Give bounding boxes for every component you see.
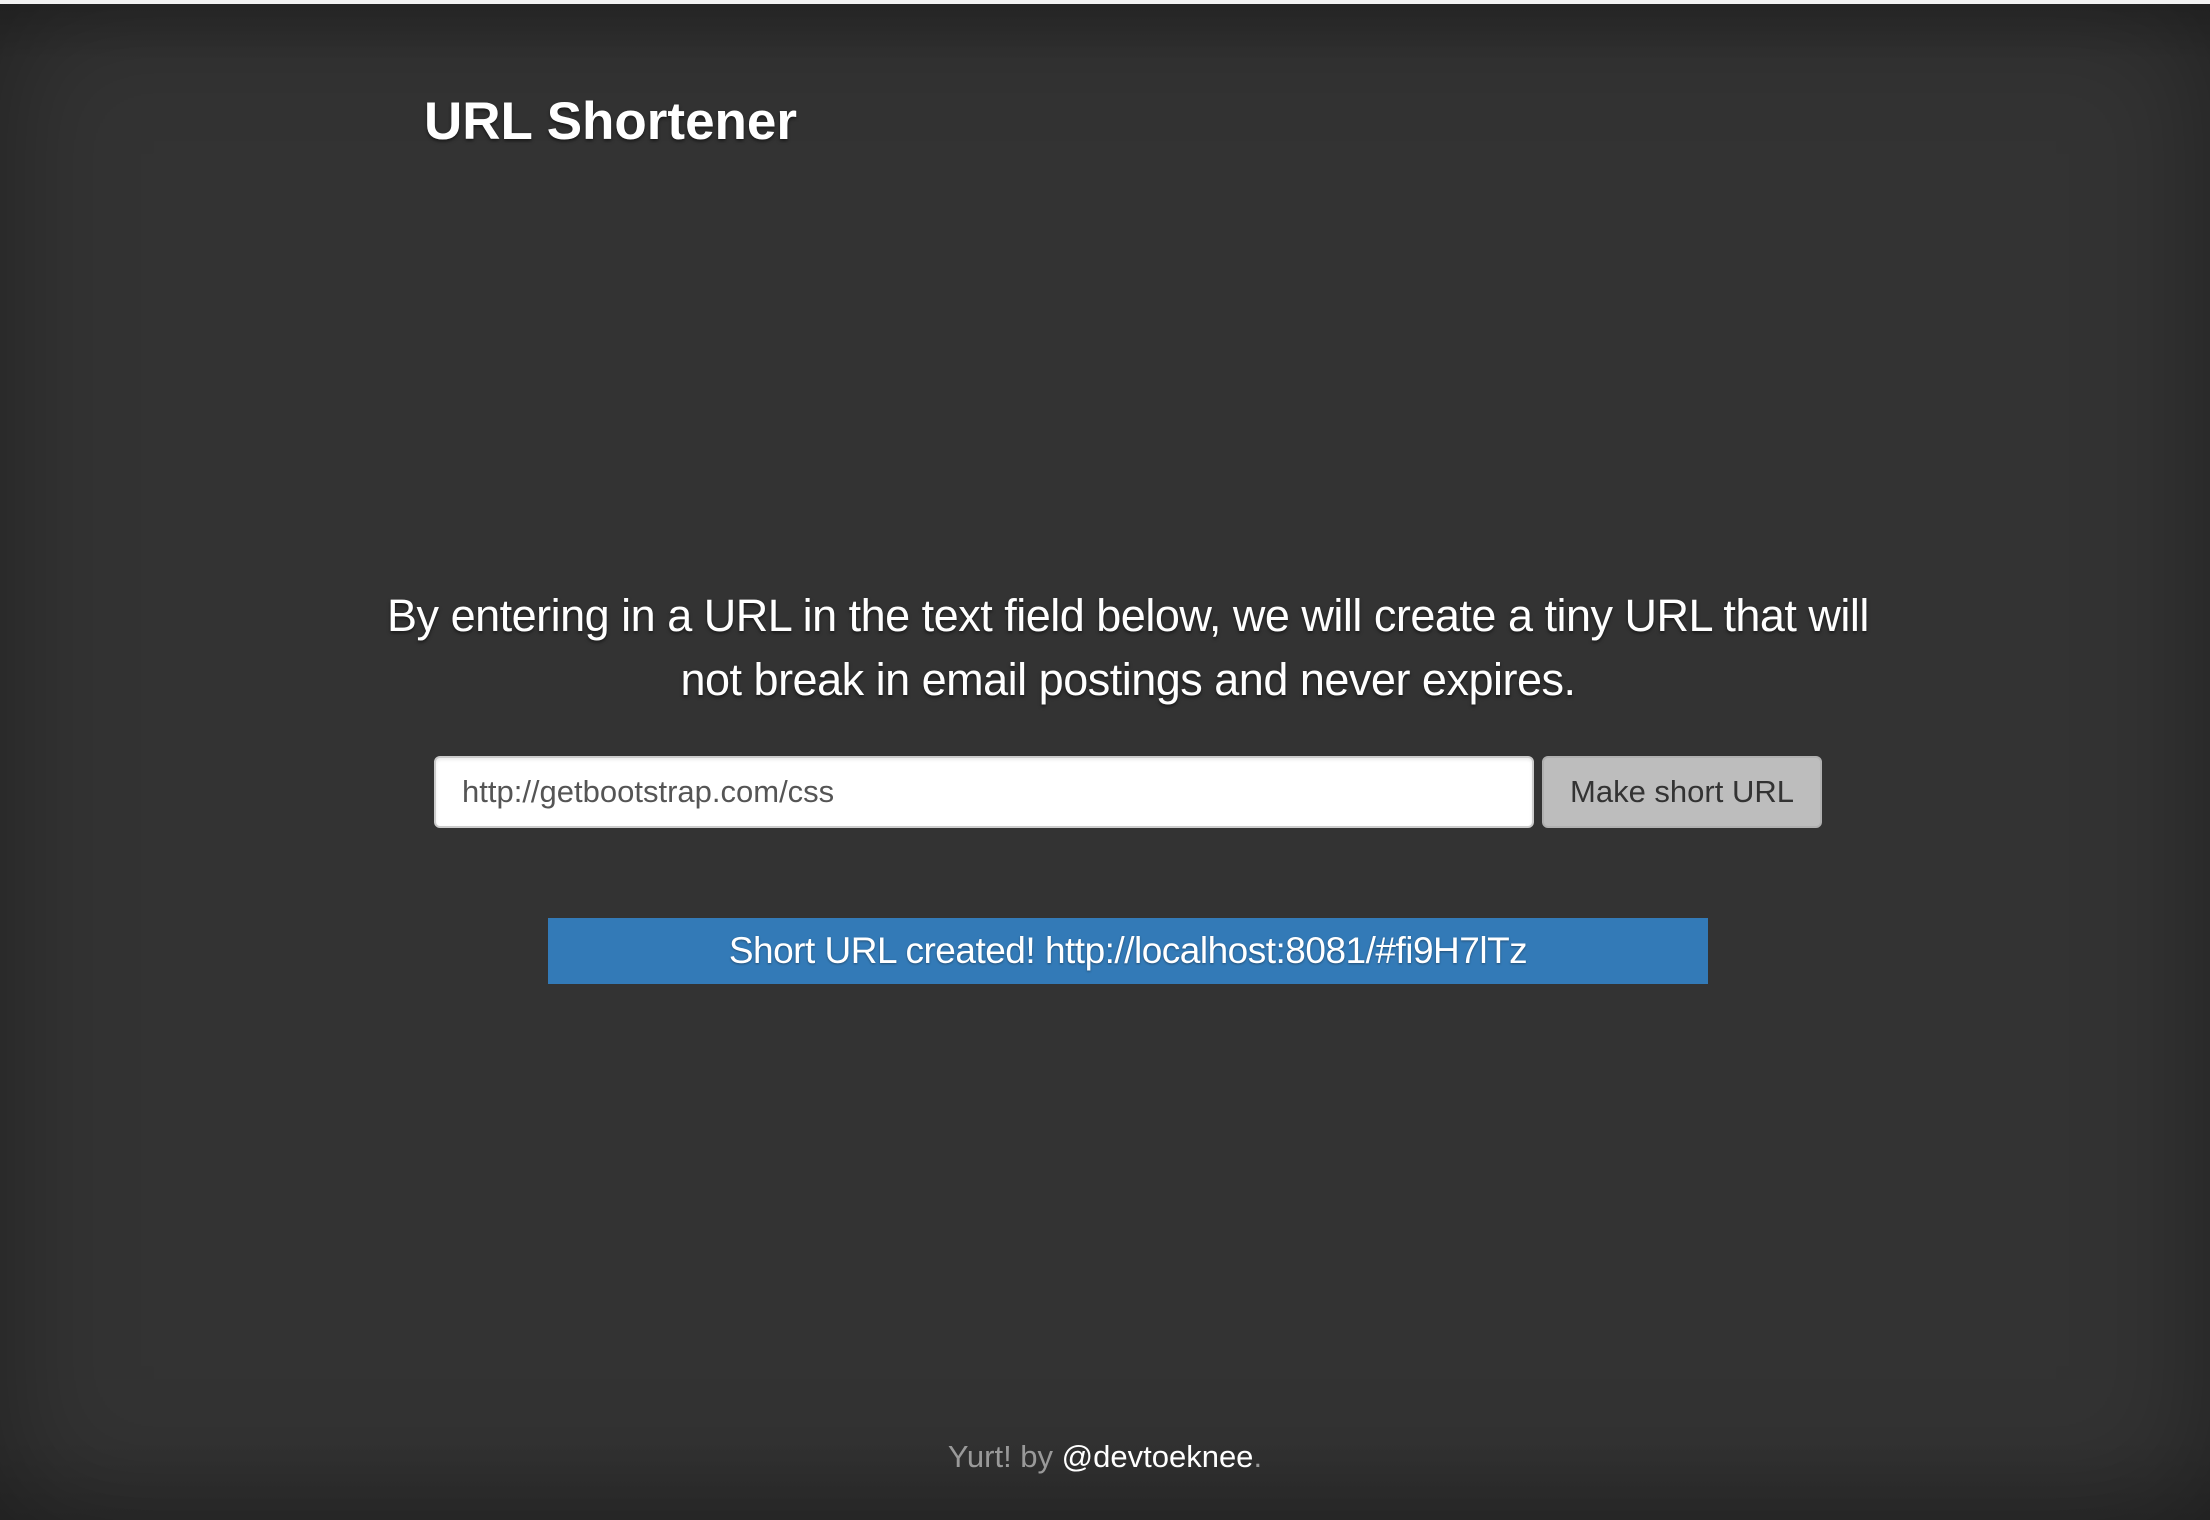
footer: Yurt! by @devtoeknee. [0,1432,2210,1482]
top-rule [0,0,2210,4]
make-short-url-button[interactable]: Make short URL [1542,756,1822,828]
page: URL Shortener By entering in a URL in th… [0,0,2210,1520]
page-title: URL Shortener [424,92,798,151]
footer-prefix: Yurt! by [947,1439,1062,1474]
short-url-alert: Short URL created! http://localhost:8081… [548,918,1708,984]
author-link[interactable]: @devtoeknee [1062,1439,1254,1474]
url-input[interactable] [434,756,1534,828]
footer-suffix: . [1253,1439,1263,1474]
intro-text: By entering in a URL in the text field b… [387,590,1869,705]
